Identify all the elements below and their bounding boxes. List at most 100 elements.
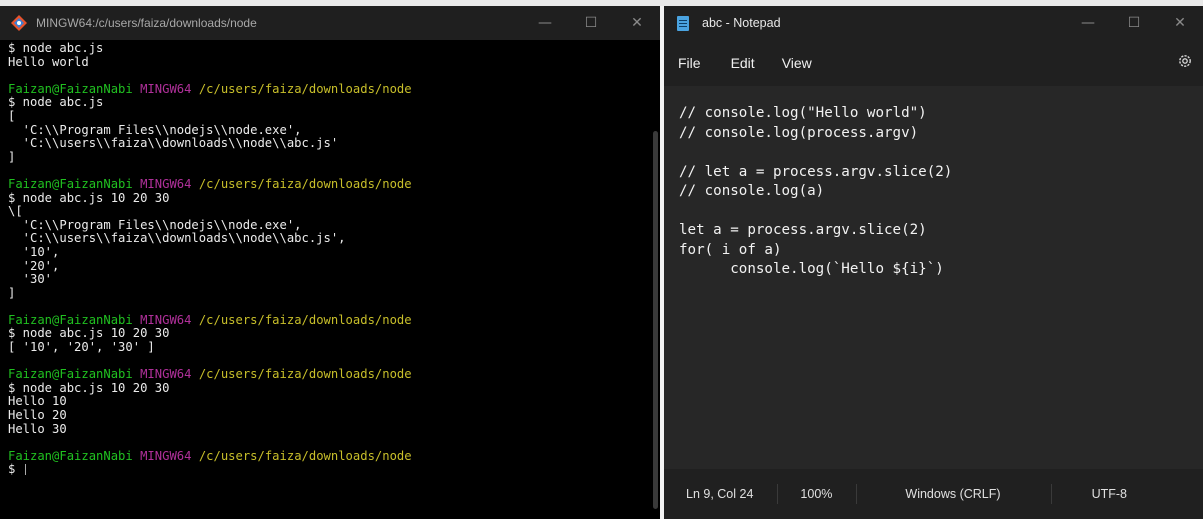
prompt-system: MINGW64 — [140, 367, 192, 382]
terminal-line: Hello 10 — [8, 395, 644, 409]
status-zoom: 100% — [778, 484, 858, 504]
terminal-window[interactable]: MINGW64:/c/users/faiza/downloads/node — … — [0, 6, 660, 519]
notepad-close-button[interactable]: ✕ — [1157, 6, 1203, 40]
terminal-line: Hello world — [8, 54, 644, 70]
terminal-line-text: '20', — [8, 258, 60, 273]
terminal-scrollbar[interactable] — [653, 131, 658, 509]
code-line: // console.log(a) — [679, 183, 825, 199]
terminal-maximize-button[interactable]: ☐ — [568, 6, 614, 40]
terminal-line: '10', — [8, 244, 644, 260]
status-encoding: UTF-8 — [1091, 487, 1127, 501]
terminal-output[interactable]: $ node abc.js Hello world Faizan@FaizanNab… — [8, 41, 644, 519]
menu-file[interactable]: File — [678, 55, 701, 71]
settings-gear-icon[interactable] — [1177, 53, 1193, 69]
terminal-line-text: '30' — [8, 272, 53, 287]
code-line: // console.log("Hello world") — [679, 105, 927, 121]
terminal-prompt-line: Faizan@FaizanNabi MINGW64 /c/users/faiza… — [8, 448, 644, 464]
terminal-titlebar[interactable]: MINGW64:/c/users/faiza/downloads/node — … — [0, 6, 660, 40]
notepad-window[interactable]: abc - Notepad — ☐ ✕ File Edit View // co… — [664, 6, 1203, 519]
terminal-line-text: $ node abc.js — [8, 95, 104, 110]
terminal-line-text: ] — [8, 285, 16, 300]
prompt-user: Faizan@FaizanNabi — [8, 448, 133, 463]
notepad-title: abc - Notepad — [702, 16, 781, 30]
notepad-titlebar[interactable]: abc - Notepad — ☐ ✕ — [664, 6, 1203, 40]
terminal-line-text: 'C:\\Program Files\\nodejs\\node.exe', — [8, 217, 302, 232]
terminal-line-text: \[ — [8, 204, 23, 219]
status-line-ending: Windows (CRLF) — [857, 484, 1052, 504]
terminal-line: 'C:\\users\\faiza\\downloads\\node\\abc.… — [8, 232, 644, 246]
notepad-menubar: File Edit View — [664, 40, 1203, 86]
terminal-prompt-line: Faizan@FaizanNabi MINGW64 /c/users/faiza… — [8, 81, 644, 97]
terminal-line: '30' — [8, 272, 644, 287]
prompt-path: /c/users/faiza/downloads/node — [198, 176, 412, 191]
notepad-icon — [677, 15, 689, 31]
code-line: // let a = process.argv.slice(2) — [679, 163, 953, 180]
terminal-line: Hello 30 — [8, 421, 644, 437]
menu-view[interactable]: View — [782, 55, 812, 71]
terminal-prompt-line: Faizan@FaizanNabi MINGW64 /c/users/faiza… — [8, 367, 644, 382]
code-line: for( i of a) — [679, 241, 782, 258]
terminal-line: ] — [8, 149, 644, 165]
terminal-line-text: 'C:\\users\\faiza\\downloads\\node\\abc.… — [8, 231, 346, 246]
terminal-line-text: [ '10', '20', '30' ] — [8, 340, 155, 355]
prompt-path: /c/users/faiza/downloads/node — [198, 367, 412, 382]
terminal-line: $ node abc.js 10 20 30 — [8, 190, 644, 206]
prompt-system: MINGW64 — [140, 312, 192, 327]
status-cursor-position: Ln 9, Col 24 — [664, 484, 779, 504]
terminal-line-text: $ node abc.js 10 20 30 — [8, 190, 170, 205]
prompt-path: /c/users/faiza/downloads/node — [198, 81, 412, 96]
prompt-user: Faizan@FaizanNabi — [8, 81, 133, 96]
code-line: let a = process.argv.slice(2) — [679, 222, 927, 238]
terminal-line: '20', — [8, 258, 644, 274]
terminal-close-button[interactable]: ✕ — [614, 6, 660, 40]
terminal-line: \[ — [8, 204, 644, 219]
terminal-line-text: [ — [8, 108, 16, 123]
terminal-line-text: $ node abc.js 10 20 30 — [8, 326, 170, 341]
terminal-line: $ node abc.js 10 20 30 — [8, 327, 644, 341]
terminal-line-text: Hello world — [8, 54, 89, 69]
prompt-user: Faizan@FaizanNabi — [8, 312, 133, 327]
prompt-path: /c/users/faiza/downloads/node — [198, 312, 412, 327]
code-line: // console.log(process.argv) — [679, 124, 919, 141]
notepad-minimize-button[interactable]: — — [1065, 6, 1111, 40]
terminal-line: 'C:\\users\\faiza\\downloads\\node\\abc.… — [8, 136, 644, 151]
terminal-prompt-line: Faizan@FaizanNabi MINGW64 /c/users/faiza… — [8, 312, 644, 328]
terminal-line-text: '10', — [8, 244, 60, 259]
terminal-line-text: $ — [8, 462, 23, 477]
notepad-maximize-button[interactable]: ☐ — [1111, 6, 1157, 40]
terminal-line: 'C:\\Program Files\\nodejs\\node.exe', — [8, 217, 644, 233]
prompt-system: MINGW64 — [140, 81, 192, 96]
prompt-path: /c/users/faiza/downloads/node — [198, 448, 412, 463]
menu-edit[interactable]: Edit — [731, 55, 755, 71]
prompt-system: MINGW64 — [140, 176, 192, 191]
terminal-minimize-button[interactable]: — — [522, 6, 568, 40]
terminal-line-text: $ node abc.js — [8, 41, 104, 55]
git-bash-icon — [6, 10, 32, 36]
terminal-title: MINGW64:/c/users/faiza/downloads/node — [36, 16, 257, 30]
notepad-statusbar: Ln 9, Col 24 100% Windows (CRLF) UTF-8 — [664, 469, 1203, 519]
terminal-line: ] — [8, 285, 644, 301]
terminal-line-text: $ node abc.js 10 20 30 — [8, 380, 170, 395]
notepad-editor[interactable]: // console.log("Hello world") // console.… — [664, 86, 1203, 469]
terminal-prompt-line: Faizan@FaizanNabi MINGW64 /c/users/faiza… — [8, 176, 644, 192]
terminal-line-text: ] — [8, 149, 16, 164]
terminal-line: 'C:\\Program Files\\nodejs\\node.exe', — [8, 123, 644, 138]
terminal-line-text: Hello 20 — [8, 408, 67, 423]
prompt-user: Faizan@FaizanNabi — [8, 367, 133, 382]
prompt-system: MINGW64 — [140, 448, 192, 463]
terminal-line: Hello 20 — [8, 408, 644, 423]
terminal-line-text: Hello 10 — [8, 394, 67, 409]
terminal-line-text: Hello 30 — [8, 421, 67, 436]
terminal-cursor — [24, 464, 26, 476]
prompt-user: Faizan@FaizanNabi — [8, 176, 133, 191]
terminal-line: $ — [8, 463, 644, 477]
terminal-line: $ node abc.js 10 20 30 — [8, 380, 644, 396]
terminal-line: $ node abc.js — [8, 96, 644, 110]
terminal-line: [ '10', '20', '30' ] — [8, 340, 644, 355]
